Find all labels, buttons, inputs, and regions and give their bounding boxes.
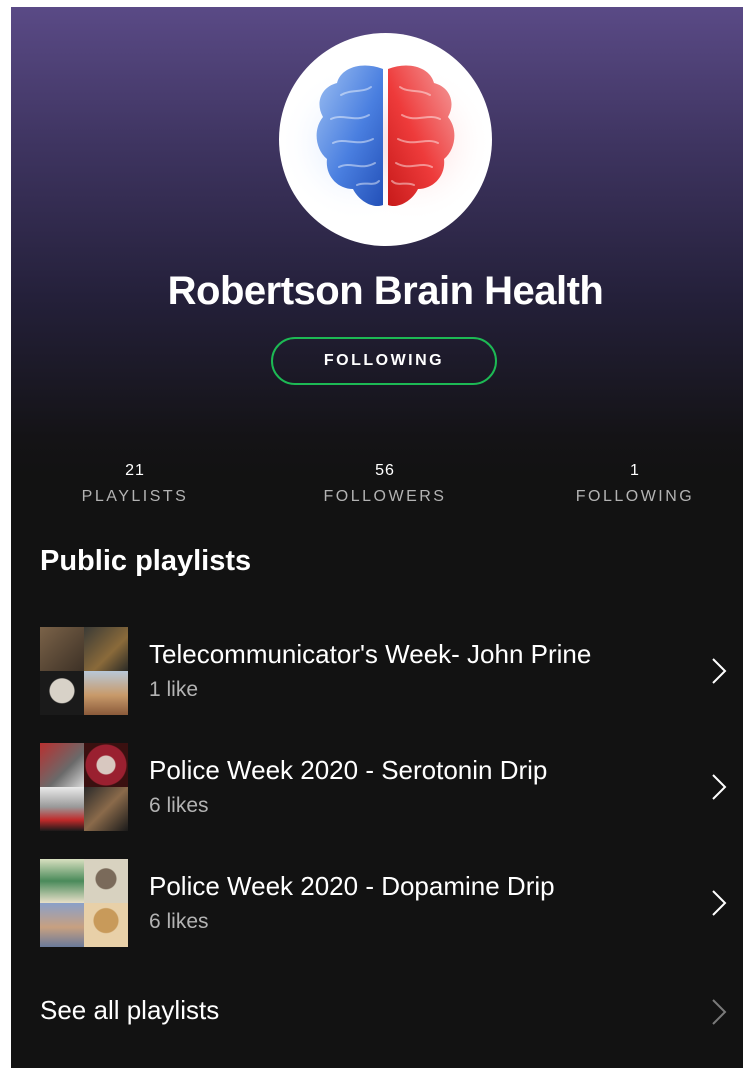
section-title: Public playlists	[40, 545, 252, 577]
playlist-likes: 6 likes	[149, 910, 209, 933]
chevron-right-icon	[712, 890, 727, 916]
chevron-right-icon	[712, 999, 727, 1025]
stat-playlists[interactable]: 21 PLAYLISTS	[35, 462, 235, 506]
playlist-cover	[40, 859, 128, 947]
playlist-row[interactable]: Police Week 2020 - Dopamine Drip 6 likes	[40, 859, 743, 947]
chevron-right-icon	[712, 774, 727, 800]
profile-avatar	[279, 33, 492, 246]
see-all-playlists-link[interactable]: See all playlists	[40, 989, 743, 1039]
stat-label: FOLLOWING	[575, 488, 695, 505]
profile-name: Robertson Brain Health	[167, 269, 604, 313]
playlist-cover	[40, 743, 128, 831]
playlist-title: Police Week 2020 - Serotonin Drip	[149, 755, 548, 785]
brain-icon	[279, 63, 492, 223]
playlist-cover	[40, 627, 128, 715]
playlist-row[interactable]: Police Week 2020 - Serotonin Drip 6 like…	[40, 743, 743, 831]
see-all-label: See all playlists	[40, 995, 220, 1025]
playlist-row[interactable]: Telecommunicator's Week- John Prine 1 li…	[40, 627, 743, 715]
stat-following[interactable]: 1 FOLLOWING	[535, 462, 735, 506]
following-button[interactable]: FOLLOWING	[271, 337, 497, 385]
profile-screen: Robertson Brain Health FOLLOWING 21 PLAY…	[11, 7, 743, 1068]
profile-stats: 21 PLAYLISTS 56 FOLLOWERS 1 FOLLOWING	[11, 462, 743, 522]
stat-value: 1	[630, 462, 640, 479]
playlist-title: Police Week 2020 - Dopamine Drip	[149, 871, 555, 901]
stat-value: 21	[125, 462, 145, 479]
chevron-right-icon	[712, 658, 727, 684]
stat-label: FOLLOWERS	[323, 488, 447, 505]
playlist-likes: 1 like	[149, 678, 199, 701]
stat-followers[interactable]: 56 FOLLOWERS	[285, 462, 485, 506]
stat-value: 56	[375, 462, 395, 479]
playlist-likes: 6 likes	[149, 794, 209, 817]
stat-label: PLAYLISTS	[81, 488, 189, 505]
playlist-title: Telecommunicator's Week- John Prine	[149, 639, 592, 669]
